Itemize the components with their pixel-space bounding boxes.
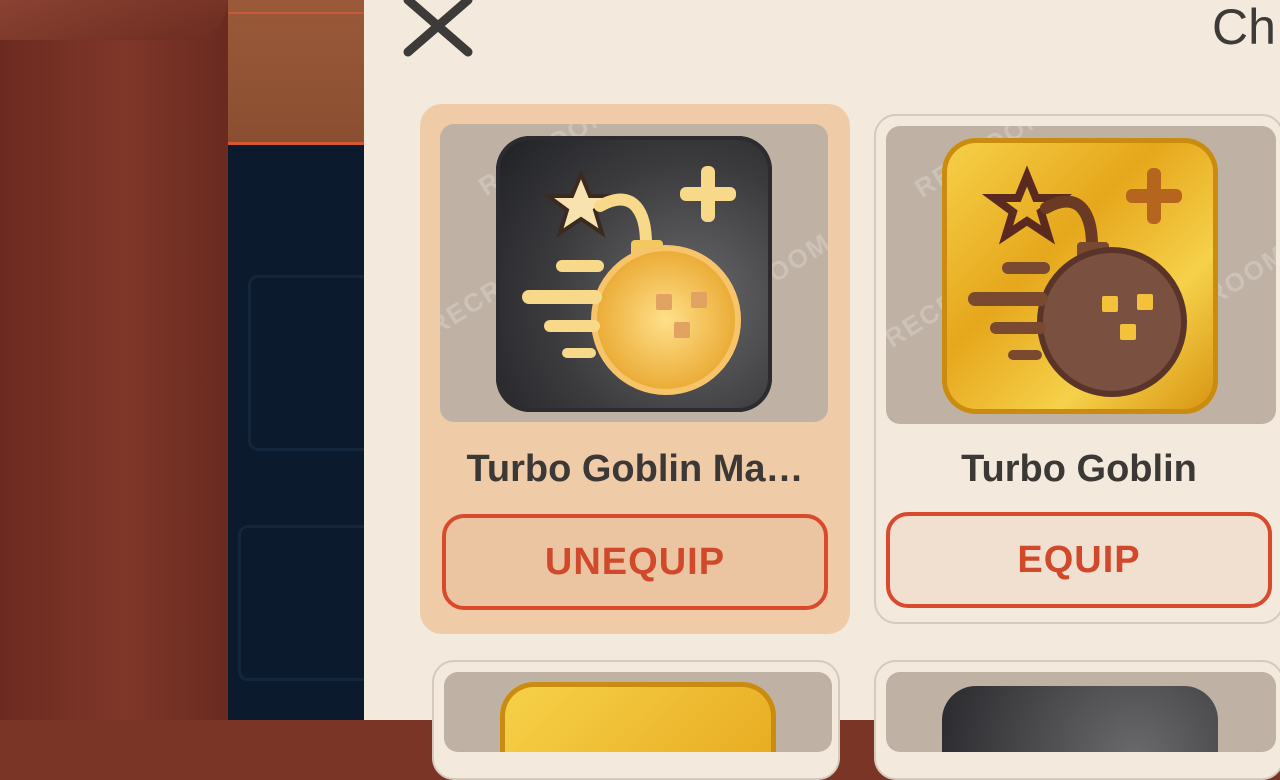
background-wall: [0, 0, 228, 720]
background-ceiling: [0, 0, 228, 40]
equip-button[interactable]: EQUIP: [886, 512, 1272, 608]
item-thumbnail: [444, 672, 832, 752]
item-thumbnail: RECROOM RECROOM RECROOM: [886, 126, 1276, 424]
bomb-plus-icon: [942, 138, 1218, 414]
item-panel: Ch RECROOM RECROOM RECROOM: [364, 0, 1280, 780]
item-name: Turbo Goblin Ma…: [466, 448, 804, 490]
item-card-1[interactable]: RECROOM RECROOM RECROOM: [420, 104, 850, 634]
item-icon-partial: [500, 682, 776, 752]
close-button[interactable]: [402, 0, 474, 60]
close-icon: [403, 0, 473, 57]
bomb-plus-icon: [496, 136, 772, 412]
item-name: Turbo Goblin: [961, 448, 1197, 490]
unequip-button[interactable]: UNEQUIP: [442, 514, 828, 610]
item-thumbnail: RECROOM RECROOM RECROOM: [440, 124, 828, 422]
panel-title: Ch: [1212, 0, 1276, 55]
background-screen: [228, 145, 374, 720]
background-shelf: [228, 0, 368, 145]
item-icon-partial: [942, 686, 1218, 752]
item-card-2[interactable]: RECROOM RECROOM RECROOM: [874, 114, 1280, 624]
item-card-3[interactable]: [432, 660, 840, 780]
item-thumbnail: [886, 672, 1276, 752]
item-card-4[interactable]: [874, 660, 1280, 780]
